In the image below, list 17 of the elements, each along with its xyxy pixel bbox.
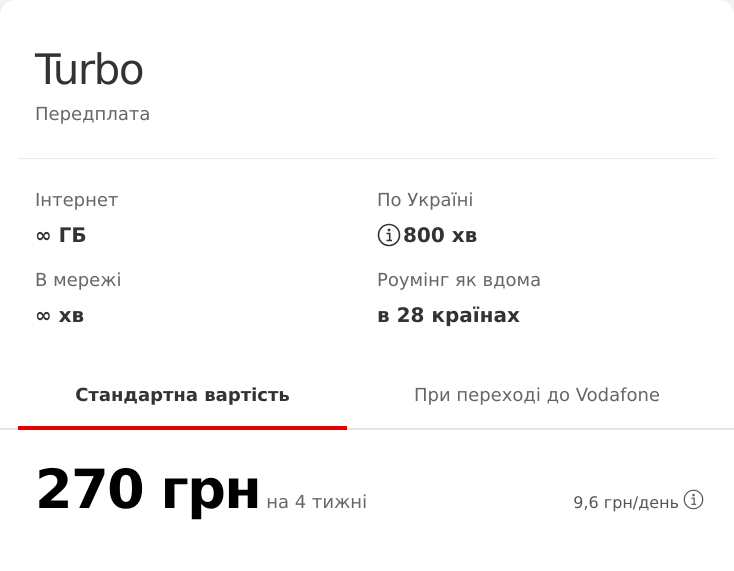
feature-value: ∞ ГБ [35,222,87,249]
feature-value: ∞ хв [35,302,84,329]
tab[interactable]: Стандартна вартість [18,373,347,430]
feature-label: По Україні [377,189,474,213]
price-amount: 270 грн [35,458,260,521]
tab[interactable]: При переході до Vodafone [367,373,707,430]
feature-value: в 28 країнах [377,302,520,329]
price-per-day: 9,6 грн/день [573,493,679,512]
feature-value: 800 хв [403,222,478,249]
feature-label: В мережі [35,269,122,293]
plan-subtitle: Передплата [35,104,152,125]
info-icon[interactable] [377,223,401,247]
price-period: на 4 тижні [266,492,368,513]
plan-title: Turbo [35,44,144,96]
feature-label: Роумінг як вдома [377,269,542,293]
info-icon[interactable] [683,489,704,510]
feature-label: Інтернет [35,189,118,213]
